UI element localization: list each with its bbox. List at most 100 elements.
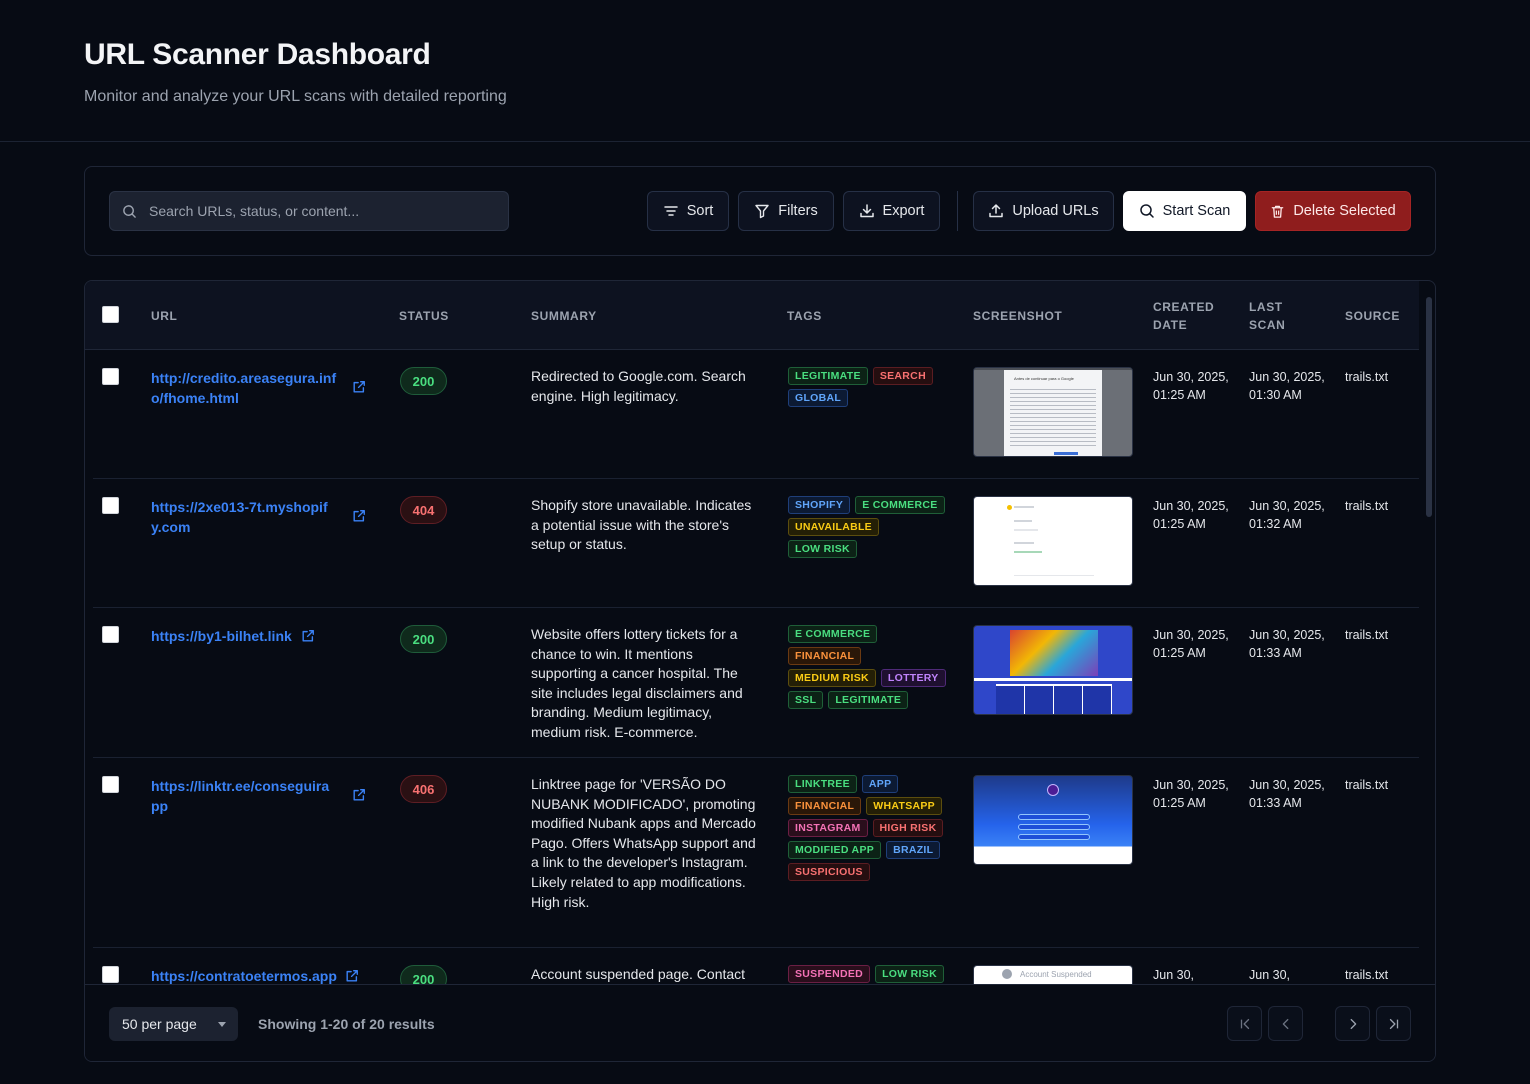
last-scan-date: Jun 30, <box>1249 968 1291 982</box>
toolbar: Sort Filters Export Upload URLs Start Sc… <box>84 166 1436 256</box>
status-badge: 200 <box>400 965 447 984</box>
tag-list: E COMMERCE FINANCIAL MEDIUM RISK LOTTERY… <box>788 625 948 709</box>
source-file: trails.txt <box>1345 778 1389 792</box>
table-scrollbar[interactable] <box>1426 287 1432 987</box>
table-row[interactable]: https://by1-bilhet.link 200 Website offe… <box>93 608 1419 758</box>
source-file: trails.txt <box>1345 499 1389 513</box>
tag: FINANCIAL <box>788 647 862 665</box>
tag: SEARCH <box>872 367 933 385</box>
export-button[interactable]: Export <box>843 191 940 231</box>
first-page-button[interactable] <box>1227 1006 1262 1041</box>
page-subtitle: Monitor and analyze your URL scans with … <box>84 88 507 105</box>
column-header-tags[interactable]: TAGS <box>787 307 822 325</box>
tag-list: SUSPENDED LOW RISK <box>788 965 948 983</box>
export-label: Export <box>882 203 925 219</box>
tag: LOTTERY <box>880 669 946 687</box>
external-link-icon[interactable] <box>352 788 366 802</box>
sort-button[interactable]: Sort <box>647 191 729 231</box>
last-page-button[interactable] <box>1376 1006 1411 1041</box>
tag: INSTAGRAM <box>788 819 868 837</box>
source-file: trails.txt <box>1345 628 1389 642</box>
next-page-button[interactable] <box>1335 1006 1370 1041</box>
column-header-last-scan[interactable]: LAST SCAN <box>1249 298 1285 334</box>
tag: WHATSAPP <box>866 797 942 815</box>
thumb-link-bar <box>1018 824 1090 830</box>
sort-label: Sort <box>686 203 714 219</box>
url-link[interactable]: https://by1-bilhet.link <box>151 626 301 646</box>
search-box <box>109 191 509 231</box>
external-link-icon[interactable] <box>352 380 366 394</box>
external-link-icon[interactable] <box>345 969 359 983</box>
upload-urls-button[interactable]: Upload URLs <box>973 191 1114 231</box>
tag: MEDIUM RISK <box>788 669 876 687</box>
sort-icon <box>663 206 678 216</box>
chevron-down-icon <box>218 1022 226 1027</box>
thumb-line <box>1014 520 1032 522</box>
row-checkbox[interactable] <box>102 626 119 643</box>
tag: SUSPICIOUS <box>788 863 870 881</box>
tag: BRAZIL <box>886 841 941 859</box>
filters-button[interactable]: Filters <box>738 191 834 231</box>
previous-page-button[interactable] <box>1268 1006 1303 1041</box>
last-scan-date: Jun 30, 2025, 01:30 AM <box>1249 370 1325 402</box>
table-row[interactable]: https://linktr.ee/conseguirapp 406 Linkt… <box>93 758 1419 948</box>
toolbar-divider <box>957 191 958 231</box>
url-link[interactable]: https://2xe013-7t.myshopify.com <box>151 497 337 537</box>
external-link-icon[interactable] <box>352 509 366 523</box>
external-link-icon[interactable] <box>301 629 315 643</box>
column-header-status[interactable]: STATUS <box>399 307 449 325</box>
created-date: Jun 30, 2025, 01:25 AM <box>1153 628 1229 660</box>
thumb-link-bar <box>1018 814 1090 820</box>
tag: LEGITIMATE <box>828 691 909 709</box>
url-link[interactable]: https://contratoetermos.app <box>151 966 341 984</box>
column-header-source[interactable]: SOURCE <box>1345 307 1400 325</box>
status-badge: 200 <box>400 625 447 653</box>
row-checkbox[interactable] <box>102 966 119 983</box>
screenshot-thumbnail[interactable] <box>973 625 1133 715</box>
thumb-avatar <box>1047 784 1059 796</box>
scrollbar-thumb[interactable] <box>1426 297 1432 517</box>
search-input[interactable] <box>149 203 489 219</box>
summary-text: Website offers lottery tickets for a cha… <box>531 626 743 740</box>
column-header-url[interactable]: URL <box>151 307 177 325</box>
tag: MODIFIED APP <box>788 841 882 859</box>
table-body: http://credito.areasegura.info/fhome.htm… <box>85 350 1419 984</box>
start-scan-button[interactable]: Start Scan <box>1123 191 1246 231</box>
status-badge: 200 <box>400 367 447 395</box>
tag: UNAVAILABLE <box>788 518 879 536</box>
thumb-text-lines <box>1010 386 1096 446</box>
delete-selected-button[interactable]: Delete Selected <box>1255 191 1411 231</box>
summary-text: Linktree page for 'VERSÃO DO NUBANK MODI… <box>531 776 756 910</box>
row-checkbox[interactable] <box>102 776 119 793</box>
row-checkbox[interactable] <box>102 368 119 385</box>
upload-icon <box>989 204 1004 218</box>
last-scan-date: Jun 30, 2025, 01:33 AM <box>1249 778 1325 810</box>
table-row[interactable]: https://contratoetermos.app 200 Account … <box>93 948 1419 984</box>
status-badge: 406 <box>400 775 447 803</box>
url-link[interactable]: https://linktr.ee/conseguirapp <box>151 776 337 816</box>
thumb-line <box>1014 529 1038 531</box>
screenshot-thumbnail[interactable]: Account Suspended <box>973 965 1133 984</box>
table-row[interactable]: https://2xe013-7t.myshopify.com 404 Shop… <box>93 479 1419 608</box>
column-header-created-date[interactable]: CREATED DATE <box>1153 298 1214 334</box>
created-date: Jun 30, 2025, 01:25 AM <box>1153 778 1229 810</box>
column-header-screenshot[interactable]: SCREENSHOT <box>973 307 1062 325</box>
summary-text: Account suspended page. Contact <box>531 966 746 982</box>
screenshot-thumbnail[interactable] <box>973 775 1133 865</box>
column-header-summary[interactable]: SUMMARY <box>531 307 597 325</box>
table-row[interactable]: http://credito.areasegura.info/fhome.htm… <box>93 350 1419 479</box>
created-date: Jun 30, <box>1153 968 1195 982</box>
thumb-strip <box>974 678 1132 681</box>
thumb-heading: Antes de continuar para o Google <box>1014 376 1074 381</box>
per-page-select[interactable]: 50 per page <box>109 1007 238 1041</box>
url-link[interactable]: http://credito.areasegura.info/fhome.htm… <box>151 368 337 408</box>
screenshot-thumbnail[interactable] <box>973 496 1133 586</box>
tag: APP <box>861 775 899 793</box>
column-header-created-line2: DATE <box>1153 318 1188 332</box>
first-page-icon <box>1240 1018 1249 1029</box>
select-all-checkbox[interactable] <box>102 306 119 323</box>
row-checkbox[interactable] <box>102 497 119 514</box>
delete-selected-label: Delete Selected <box>1293 203 1396 219</box>
screenshot-thumbnail[interactable]: Antes de continuar para o Google <box>973 367 1133 457</box>
summary-text: Shopify store unavailable. Indicates a p… <box>531 497 752 553</box>
